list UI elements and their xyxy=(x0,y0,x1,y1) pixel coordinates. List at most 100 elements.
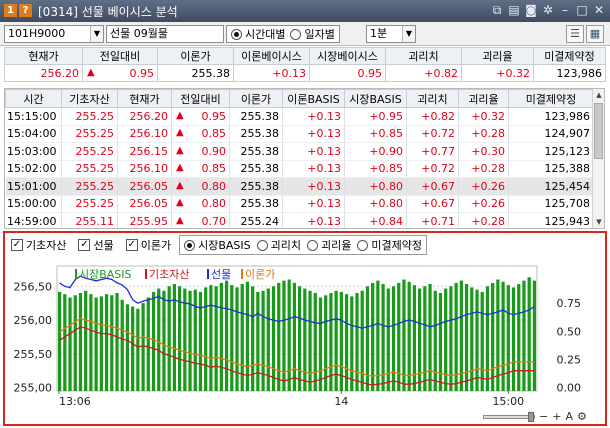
y-tick-left: 256,50 xyxy=(14,280,53,293)
basis-bar xyxy=(475,289,479,391)
table-cell: 255.24 xyxy=(229,212,283,228)
detail-header-cell[interactable]: 전일대비 xyxy=(171,89,230,108)
basis-bar xyxy=(303,288,307,391)
summary-header-cell: 시장베이시스 xyxy=(309,47,386,65)
zoom-slider-thumb[interactable] xyxy=(528,412,534,422)
view-mode-time-radio[interactable]: 시간대별 xyxy=(231,26,285,42)
help-icon[interactable]: ? xyxy=(19,4,32,17)
detail-header-cell[interactable]: 기초자산 xyxy=(61,89,118,108)
checkbox-theory-label: 이론가 xyxy=(140,239,172,252)
vertical-scrollbar[interactable]: ▲ ▼ xyxy=(592,89,604,228)
product-name-field[interactable]: 선물 09월물 xyxy=(106,25,224,43)
table-row[interactable]: 15:00:00 255.25 256.05 ▲ 0.80 255.38 +0.13 +0.8… xyxy=(5,195,594,213)
mode-market-basis-radio[interactable]: 시장BASIS xyxy=(184,237,251,253)
memo-icon[interactable]: ▤ xyxy=(507,3,521,17)
export-excel-icon[interactable]: ▦ xyxy=(586,25,604,43)
chart-settings-icon[interactable]: ⚙ xyxy=(577,411,587,423)
basis-bar xyxy=(261,290,265,391)
current-price-value: 256.20 xyxy=(4,64,83,82)
summary-header: 현재가 전일대비 이론가 이론베이시스 시장베이시스 괴리치 괴리율 미결제약정 xyxy=(4,47,606,65)
font-size-icon[interactable]: A xyxy=(565,411,573,423)
radio-selected-icon xyxy=(231,28,242,40)
table-cell: +0.13 xyxy=(282,107,345,126)
scroll-down-icon[interactable]: ▼ xyxy=(593,216,604,228)
camera-icon[interactable]: ◙ xyxy=(524,3,538,17)
table-row[interactable]: 15:15:00 255.25 256.20 ▲ 0.95 255.38 +0.13 +0.9… xyxy=(5,107,594,126)
chevron-down-icon[interactable]: ▼ xyxy=(402,26,415,42)
scroll-up-icon[interactable]: ▲ xyxy=(593,89,604,101)
table-view-icon[interactable]: ☰ xyxy=(566,25,584,43)
summary-header-cell: 현재가 xyxy=(4,47,83,65)
basis-bar xyxy=(287,279,291,391)
table-cell: +0.80 xyxy=(344,195,407,213)
basis-bar xyxy=(360,290,364,391)
view-mode-daily-radio[interactable]: 일자별 xyxy=(290,26,335,42)
table-cell: 14:59:00 xyxy=(5,212,62,228)
basis-bar xyxy=(141,303,145,391)
open-interest-value: 123,986 xyxy=(533,64,606,82)
checkbox-futures[interactable]: ✓ 선물 xyxy=(78,237,114,253)
chevron-down-icon[interactable]: ▼ xyxy=(90,26,103,42)
basis-bar xyxy=(193,289,197,391)
detail-header-cell[interactable]: 현재가 xyxy=(117,89,172,108)
checkbox-theory[interactable]: ✓ 이론가 xyxy=(125,237,172,253)
basis-bar xyxy=(224,280,229,391)
detail-table-container[interactable]: 시간 기초자산 현재가 전일대비 이론가 이론BASIS 시장BASIS 괴리치… xyxy=(4,88,605,229)
table-row[interactable]: 14:59:00 255.11 255.95 ▲ 0.70 255.24 +0.13 +0.8… xyxy=(5,212,594,228)
zoom-out-icon[interactable]: − xyxy=(539,411,548,423)
scroll-thumb[interactable] xyxy=(594,103,603,159)
change-cell: ▲ 0.80 xyxy=(171,195,230,213)
table-row[interactable]: 15:02:00 255.25 256.10 ▲ 0.85 255.38 +0.13 +0.8… xyxy=(5,160,594,178)
detail-header-cell[interactable]: 이론가 xyxy=(229,89,283,108)
interval-select[interactable]: 1분 ▼ xyxy=(366,25,416,43)
table-cell: +0.13 xyxy=(282,195,345,213)
x-tick-label: 14 xyxy=(334,395,348,408)
detail-header-cell[interactable]: 미결제약정 xyxy=(508,89,594,108)
mode-gap-rate-radio[interactable]: 괴리율 xyxy=(307,237,351,253)
minimize-icon[interactable]: – xyxy=(558,3,572,17)
table-cell: 124,907 xyxy=(508,125,594,143)
mode-open-interest-radio[interactable]: 미결제약정 xyxy=(357,237,422,253)
legend-label: 이론가 xyxy=(245,268,275,281)
close-icon[interactable]: ✕ xyxy=(592,3,606,17)
mode-gap-label: 괴리치 xyxy=(270,239,302,252)
mode-market-basis-label: 시장BASIS xyxy=(198,239,251,252)
basis-bar xyxy=(282,280,286,391)
basis-bar xyxy=(517,284,521,391)
table-row[interactable]: 15:04:00 255.25 256.10 ▲ 0.85 255.38 +0.13 +0.8… xyxy=(5,125,594,143)
mode-gap-radio[interactable]: 괴리치 xyxy=(256,237,302,253)
table-cell: +0.80 xyxy=(344,177,407,196)
change-value: 0.80 xyxy=(201,179,227,193)
link-icon[interactable]: ⧉ xyxy=(490,3,504,17)
table-cell: 256.10 xyxy=(117,125,172,143)
basis-chart[interactable]: 시장BASIS 기초자산 선물 이론가 256,50 256,00 255,50 255,00… xyxy=(5,258,605,408)
code-input[interactable]: 101H9000 ▼ xyxy=(4,25,104,43)
table-row[interactable]: 15:03:00 255.25 256.15 ▲ 0.90 255.38 +0.13 +0.9… xyxy=(5,142,594,161)
chart-options-bar: ✓ 기초자산 ✓ 선물 ✓ 이론가 시장BASIS 괴리치 괴리율 미결제약정 xyxy=(5,233,605,257)
table-cell: 255.25 xyxy=(61,142,118,161)
code-value: 101H9000 xyxy=(8,27,66,40)
maximize-icon[interactable]: □ xyxy=(575,3,589,17)
basis-bar xyxy=(470,287,474,391)
detail-header-cell[interactable]: 괴리치 xyxy=(406,89,459,108)
basis-bar xyxy=(371,282,375,391)
zoom-slider[interactable] xyxy=(483,412,535,422)
table-row[interactable]: 15:01:00 255.25 256.05 ▲ 0.80 255.38 +0.13 +0.8… xyxy=(5,177,594,196)
detail-header-cell[interactable]: 시간 xyxy=(5,89,62,108)
basis-bar xyxy=(511,287,516,391)
basis-bar xyxy=(157,288,161,391)
zoom-control: − + A ⚙ xyxy=(483,410,601,424)
detail-header-cell[interactable]: 시장BASIS xyxy=(344,89,407,108)
change-value: 0.80 xyxy=(201,197,227,211)
basis-bar xyxy=(297,286,302,391)
detail-header-cell[interactable]: 이론BASIS xyxy=(282,89,345,108)
zoom-in-icon[interactable]: + xyxy=(552,411,561,423)
detail-header-cell[interactable]: 괴리율 xyxy=(458,89,509,108)
basis-bar xyxy=(355,293,359,391)
table-cell: 15:00:00 xyxy=(5,195,62,213)
settings-icon[interactable]: ✲ xyxy=(541,3,555,17)
change-value: 0.85 xyxy=(201,162,227,176)
radio-empty-icon xyxy=(290,28,302,40)
checkbox-checked-icon: ✓ xyxy=(125,239,138,251)
checkbox-underlying[interactable]: ✓ 기초자산 xyxy=(11,237,66,253)
